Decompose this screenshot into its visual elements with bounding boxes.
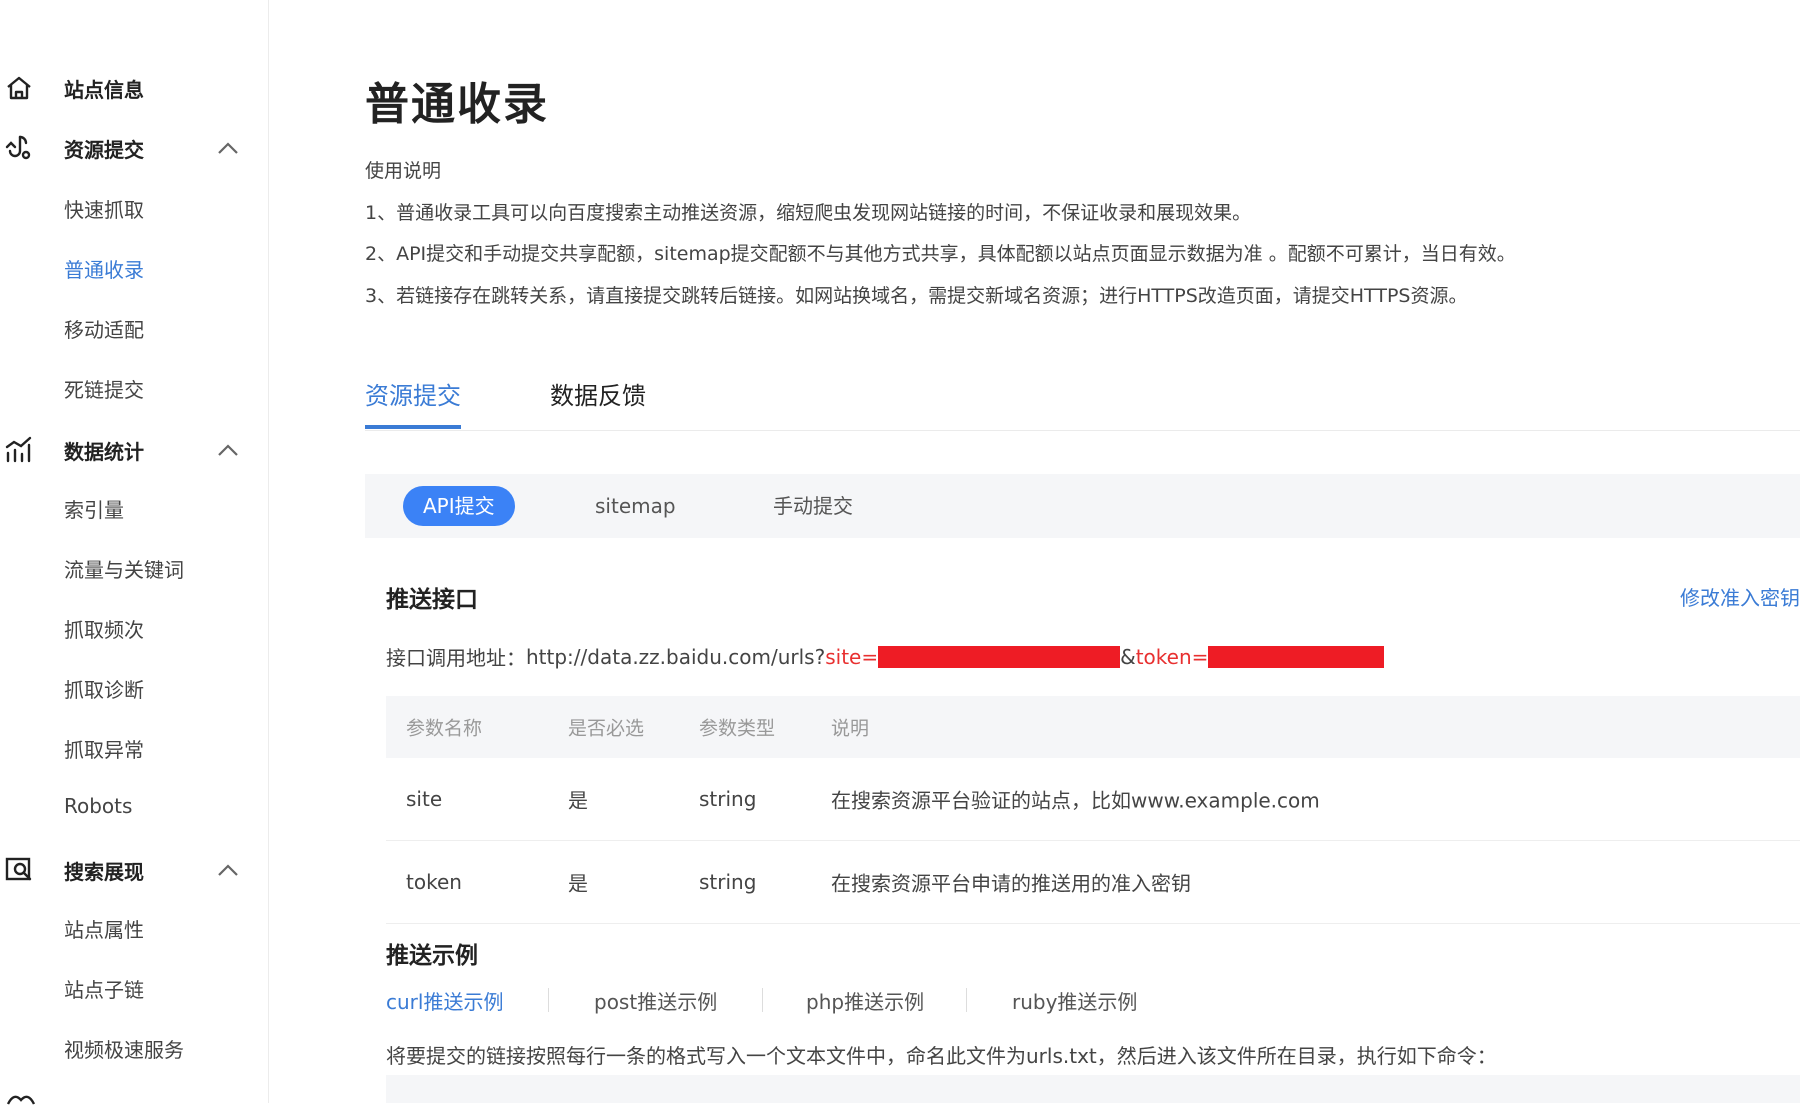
subtab-sitemap[interactable]: sitemap	[595, 486, 676, 526]
sidebar-item-normal-index[interactable]: 普通收录	[64, 254, 144, 283]
code-block	[386, 1075, 1800, 1103]
stats-chart-icon	[2, 433, 36, 467]
table-header-cell: 参数类型	[699, 717, 776, 740]
example-links: curl推送示例 post推送示例 php推送示例 ruby推送示例	[386, 986, 1286, 1016]
table-cell: 在搜索资源平台申请的推送用的准入密钥	[831, 871, 1191, 896]
redacted-token-value	[1208, 645, 1385, 668]
subtab-manual-submit[interactable]: 手动提交	[773, 486, 853, 526]
sidebar-group-search-display[interactable]: 搜索展现	[0, 850, 268, 890]
main-tabs: 资源提交 数据反馈	[365, 372, 1800, 431]
table-row: token 是 string 在搜索资源平台申请的推送用的准入密钥	[386, 841, 1800, 924]
sidebar-item-site-sublinks[interactable]: 站点子链	[64, 974, 144, 1003]
sidebar-group-label: 资源提交	[64, 137, 144, 162]
endpoint-line: 接口调用地址： http://data.zz.baidu.com/urls? s…	[386, 642, 1385, 671]
push-example-title: 推送示例	[386, 943, 478, 969]
table-cell: site	[406, 787, 443, 811]
sidebar-item-crawl-frequency[interactable]: 抓取频次	[64, 614, 144, 643]
chevron-up-icon[interactable]	[214, 856, 242, 884]
submit-method-tabs: API提交 sitemap 手动提交	[365, 474, 1800, 538]
table-header-cell: 说明	[831, 717, 870, 740]
usage-heading: 使用说明	[365, 160, 442, 182]
home-icon	[2, 71, 36, 105]
link-divider	[548, 988, 549, 1012]
sidebar-item-video-fast-service[interactable]: 视频极速服务	[64, 1034, 184, 1063]
endpoint-url: http://data.zz.baidu.com/urls?	[526, 644, 826, 669]
sidebar-group-label: 搜索展现	[64, 859, 144, 884]
sidebar: 站点信息 资源提交 快速抓取 普通收录 移动适配 死链提交 数据统计 索引量 流…	[0, 0, 269, 1105]
link-divider	[762, 988, 763, 1012]
sidebar-group-resource-submit[interactable]: 资源提交	[0, 128, 268, 168]
sidebar-group-label: 数据统计	[64, 439, 144, 464]
ruby-example-link[interactable]: ruby推送示例	[1012, 986, 1137, 1015]
curl-example-link[interactable]: curl推送示例	[386, 986, 503, 1015]
table-row: site 是 string 在搜索资源平台验证的站点，比如www.example…	[386, 758, 1800, 841]
table-header-cell: 是否必选	[568, 717, 645, 740]
sidebar-item-crawl-diagnosis[interactable]: 抓取诊断	[64, 674, 144, 703]
subtab-api-submit[interactable]: API提交	[403, 486, 515, 526]
sidebar-item-crawl-errors[interactable]: 抓取异常	[64, 734, 144, 763]
php-example-link[interactable]: php推送示例	[806, 986, 924, 1015]
tab-data-feedback[interactable]: 数据反馈	[550, 376, 646, 425]
sidebar-group-label: 站点信息	[64, 77, 144, 102]
optimize-icon	[6, 1090, 36, 1110]
sidebar-group-site-info[interactable]: 站点信息	[0, 68, 268, 108]
usage-line-2: 2、API提交和手动提交共享配额，sitemap提交配额不与其他方式共享，具体配…	[365, 243, 1516, 265]
sidebar-item-site-attributes[interactable]: 站点属性	[64, 914, 144, 943]
usage-line-3: 3、若链接存在跳转关系，请直接提交跳转后链接。如网站换域名，需提交新域名资源；进…	[365, 285, 1468, 307]
usage-line-1: 1、普通收录工具可以向百度搜索主动推送资源，缩短爬虫发现网站链接的时间，不保证收…	[365, 202, 1252, 224]
sidebar-item-mobile-adapt[interactable]: 移动适配	[64, 314, 144, 343]
example-description: 将要提交的链接按照每行一条的格式写入一个文本文件中，命名此文件为urls.txt…	[386, 1044, 1497, 1068]
push-api-title: 推送接口	[386, 587, 478, 613]
table-cell: string	[699, 870, 757, 894]
endpoint-label: 接口调用地址：	[386, 646, 526, 670]
sidebar-group-data-stats[interactable]: 数据统计	[0, 430, 268, 470]
token-amp: &	[1120, 644, 1136, 669]
sidebar-item-traffic-keywords[interactable]: 流量与关键词	[64, 554, 184, 583]
token-param: token=	[1135, 644, 1209, 669]
table-cell: 是	[568, 788, 588, 813]
params-table: 参数名称 是否必选 参数类型 说明 site 是 string 在搜索资源平台验…	[386, 696, 1800, 924]
page-title: 普通收录	[365, 79, 549, 130]
tab-resource-submit[interactable]: 资源提交	[365, 376, 461, 429]
table-cell: string	[699, 787, 757, 811]
sidebar-item-fast-crawl[interactable]: 快速抓取	[64, 194, 144, 223]
chevron-up-icon[interactable]	[214, 436, 242, 464]
sidebar-item-robots[interactable]: Robots	[64, 794, 132, 818]
post-example-link[interactable]: post推送示例	[594, 986, 717, 1015]
table-cell: 是	[568, 871, 588, 896]
sidebar-item-deadlink-submit[interactable]: 死链提交	[64, 374, 144, 403]
resource-submit-icon	[2, 131, 36, 165]
table-cell: 在搜索资源平台验证的站点，比如www.example.com	[831, 788, 1320, 813]
modify-access-key-link[interactable]: 修改准入密钥	[1680, 582, 1800, 611]
redacted-site-value	[878, 645, 1121, 668]
search-display-icon	[2, 853, 36, 887]
table-cell: token	[406, 870, 462, 894]
site-param: site=	[825, 644, 879, 669]
link-divider	[966, 988, 967, 1012]
table-header-row: 参数名称 是否必选 参数类型 说明	[386, 696, 1800, 758]
sidebar-item-index-volume[interactable]: 索引量	[64, 494, 124, 523]
chevron-up-icon[interactable]	[214, 134, 242, 162]
main-content: 普通收录 使用说明 1、普通收录工具可以向百度搜索主动推送资源，缩短爬虫发现网站…	[268, 0, 1800, 1103]
table-header-cell: 参数名称	[406, 717, 483, 740]
